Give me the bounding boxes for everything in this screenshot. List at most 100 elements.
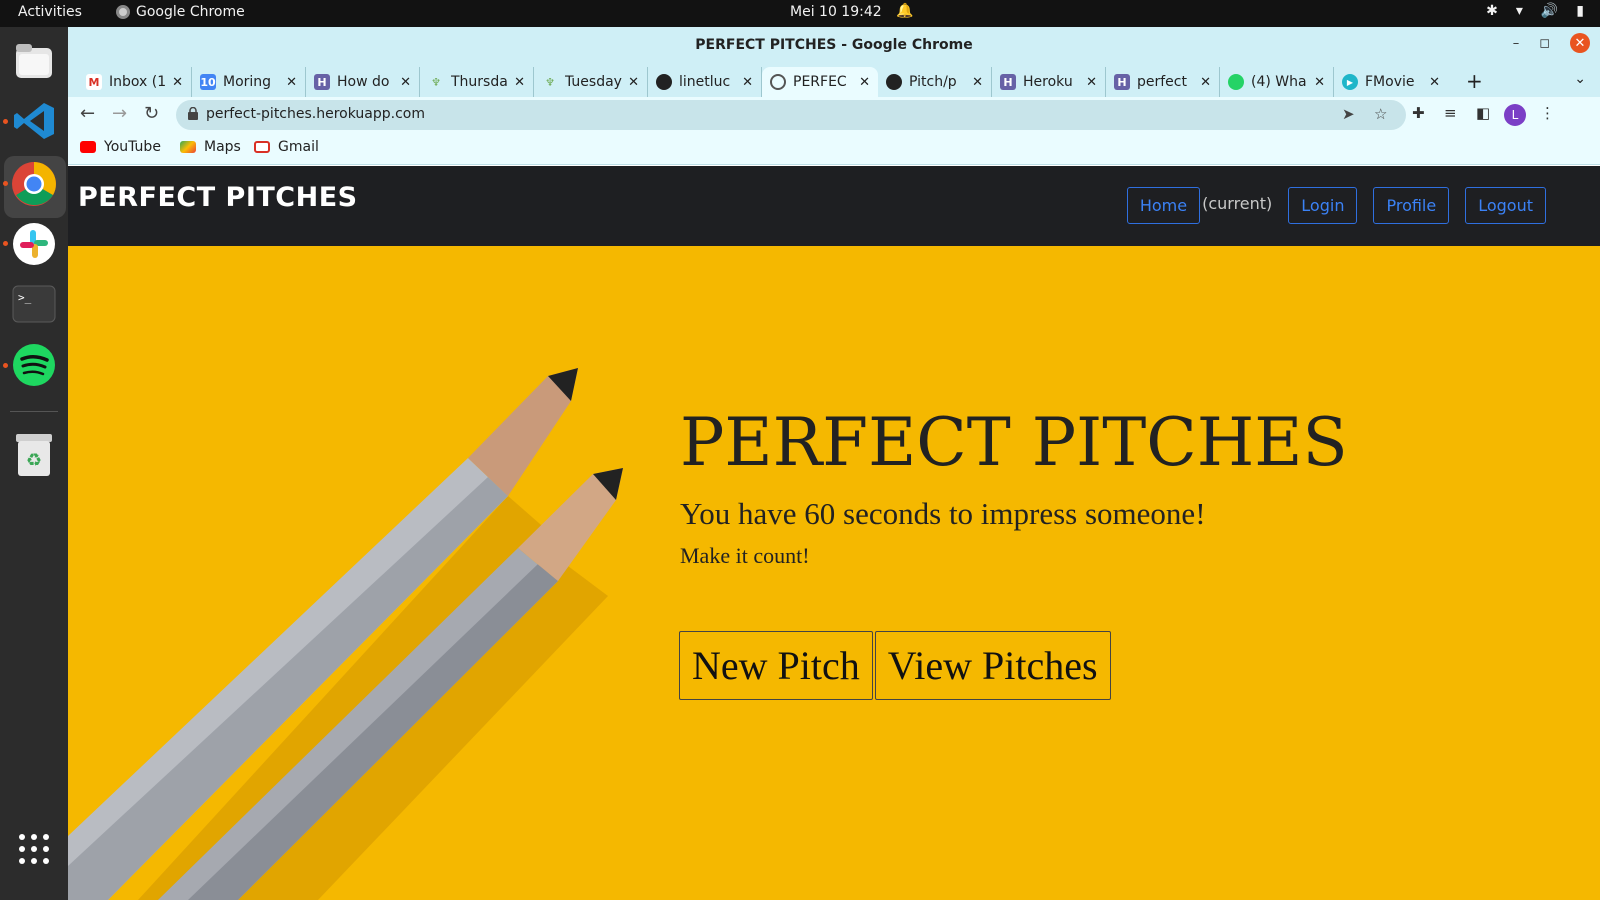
dock-terminal[interactable]: >_ [10, 280, 58, 328]
dock-separator [10, 411, 58, 412]
tab-label: Heroku [1023, 74, 1073, 90]
tab-strip: M Inbox (1 ✕ 10 Moring ✕ H How do ✕ ♆ Th… [68, 63, 1600, 97]
tree-icon: ♆ [545, 75, 555, 89]
files-icon [16, 44, 52, 78]
bookmark-gmail[interactable]: Gmail [254, 139, 319, 155]
extensions-icon[interactable]: ✚ [1412, 104, 1425, 122]
new-pitch-button[interactable]: New Pitch [679, 631, 873, 700]
dock-chrome[interactable] [10, 160, 58, 208]
minimize-button[interactable]: – [1513, 36, 1520, 51]
whatsapp-icon [1228, 74, 1244, 90]
dock-files[interactable] [10, 37, 58, 85]
send-icon[interactable]: ➤ [1342, 105, 1355, 123]
bookmark-maps[interactable]: Maps [180, 139, 241, 155]
spotify-icon [13, 344, 55, 386]
tab-label: PERFEC [793, 74, 847, 90]
volume-icon[interactable]: 🔊 [1541, 3, 1558, 19]
dock-vscode[interactable] [10, 97, 58, 145]
tab-perfect[interactable]: H perfect ✕ [1106, 67, 1220, 97]
view-pitches-button[interactable]: View Pitches [874, 631, 1111, 700]
url-text[interactable]: perfect-pitches.herokuapp.com [206, 106, 425, 122]
calendar-icon: 10 [200, 74, 216, 90]
tab-tuesday[interactable]: ♆ Tuesday ✕ [534, 67, 648, 97]
tab-linetluc[interactable]: linetluc ✕ [648, 67, 762, 97]
tab-moring[interactable]: 10 Moring ✕ [192, 67, 306, 97]
close-tab-icon[interactable]: ✕ [859, 75, 870, 90]
profile-avatar[interactable]: L [1504, 104, 1526, 126]
tab-whatsapp[interactable]: (4) Wha ✕ [1220, 67, 1334, 97]
tab-how-do[interactable]: H How do ✕ [306, 67, 420, 97]
svg-text:♻: ♻ [26, 450, 42, 471]
tab-label: linetluc [679, 74, 731, 90]
close-tab-icon[interactable]: ✕ [1429, 75, 1440, 90]
close-tab-icon[interactable]: ✕ [1086, 75, 1097, 90]
nav-home-link[interactable]: Home [1126, 187, 1201, 224]
clock[interactable]: Mei 10 19:42 [790, 4, 882, 20]
tab-label: FMovie [1365, 74, 1415, 90]
tab-label: Moring [223, 74, 272, 90]
close-tab-icon[interactable]: ✕ [742, 75, 753, 90]
window-titlebar[interactable]: PERFECT PITCHES - Google Chrome – ◻ ✕ [68, 27, 1600, 63]
bookmark-youtube[interactable]: YouTube [80, 139, 161, 155]
system-tray[interactable]: ✱ ▾ 🔊 ▮ [1486, 3, 1584, 19]
dock-spotify[interactable] [10, 341, 58, 389]
tree-icon: ♆ [431, 75, 441, 89]
vscode-icon [14, 103, 54, 139]
bookmark-star-icon[interactable]: ☆ [1374, 105, 1387, 123]
back-button[interactable]: ← [80, 103, 95, 124]
window-title: PERFECT PITCHES - Google Chrome [695, 37, 973, 53]
maximize-button[interactable]: ◻ [1539, 36, 1550, 51]
nav-login-link[interactable]: Login [1288, 187, 1358, 224]
close-tab-icon[interactable]: ✕ [514, 75, 525, 90]
close-tab-icon[interactable]: ✕ [972, 75, 983, 90]
dock-running-dot [3, 363, 8, 368]
tab-thursday[interactable]: ♆ Thursda ✕ [420, 67, 534, 97]
close-window-button[interactable]: ✕ [1570, 33, 1590, 53]
close-tab-icon[interactable]: ✕ [400, 75, 411, 90]
lock-icon[interactable] [188, 107, 198, 120]
menu-kebab-icon[interactable]: ⋮ [1540, 104, 1555, 122]
close-tab-icon[interactable]: ✕ [628, 75, 639, 90]
nav-logout-link[interactable]: Logout [1465, 187, 1546, 224]
pencils-image [68, 368, 623, 900]
close-tab-icon[interactable]: ✕ [172, 75, 183, 90]
side-panel-icon[interactable]: ◧ [1476, 104, 1490, 122]
tab-pitch-repo[interactable]: Pitch/p ✕ [878, 67, 992, 97]
tab-fmovies[interactable]: ▶ FMovie ✕ [1334, 67, 1448, 97]
github-icon [656, 74, 672, 90]
tab-label: Thursda [451, 74, 508, 90]
hero-section: PERFECT PITCHES You have 60 seconds to i… [68, 246, 1600, 900]
heroku-icon: H [314, 74, 330, 90]
close-tab-icon[interactable]: ✕ [1314, 75, 1325, 90]
gmail-icon [254, 141, 270, 153]
window-controls: – ◻ ✕ [1513, 33, 1590, 53]
activities-button[interactable]: Activities [18, 4, 82, 20]
dock-running-dot [3, 241, 8, 246]
app-menu[interactable]: Google Chrome [116, 4, 245, 20]
dock-show-apps[interactable] [10, 825, 58, 873]
tab-label: (4) Wha [1251, 74, 1307, 90]
slack-tray-icon[interactable]: ✱ [1486, 3, 1498, 19]
forward-button[interactable]: → [112, 103, 127, 124]
close-tab-icon[interactable]: ✕ [1200, 75, 1211, 90]
reload-button[interactable]: ↻ [144, 103, 159, 124]
tab-label: How do [337, 74, 390, 90]
tab-search-chevron-icon[interactable]: ⌄ [1574, 71, 1586, 87]
close-tab-icon[interactable]: ✕ [286, 75, 297, 90]
system-top-bar: Activities Google Chrome Mei 10 19:42 🔔 … [0, 0, 1600, 27]
wifi-icon[interactable]: ▾ [1516, 3, 1523, 19]
new-tab-button[interactable]: + [1466, 69, 1483, 93]
battery-icon[interactable]: ▮ [1576, 3, 1584, 19]
tab-inbox[interactable]: M Inbox (1 ✕ [78, 67, 192, 97]
tab-heroku[interactable]: H Heroku ✕ [992, 67, 1106, 97]
address-bar[interactable]: perfect-pitches.herokuapp.com ➤ ☆ [176, 100, 1406, 130]
notification-bell-icon[interactable]: 🔔 [896, 3, 913, 19]
site-brand[interactable]: PERFECT PITCHES [78, 182, 358, 213]
dock-trash[interactable]: ♻ [10, 431, 58, 479]
dock-slack[interactable] [10, 220, 58, 268]
site-nav-links: Home (current) Login Profile Logout [1126, 187, 1546, 224]
tab-perfect-pitches[interactable]: PERFEC ✕ [762, 67, 878, 97]
reading-list-icon[interactable]: ≡ [1444, 104, 1457, 122]
nav-profile-link[interactable]: Profile [1373, 187, 1450, 224]
svg-text:>_: >_ [18, 291, 32, 304]
